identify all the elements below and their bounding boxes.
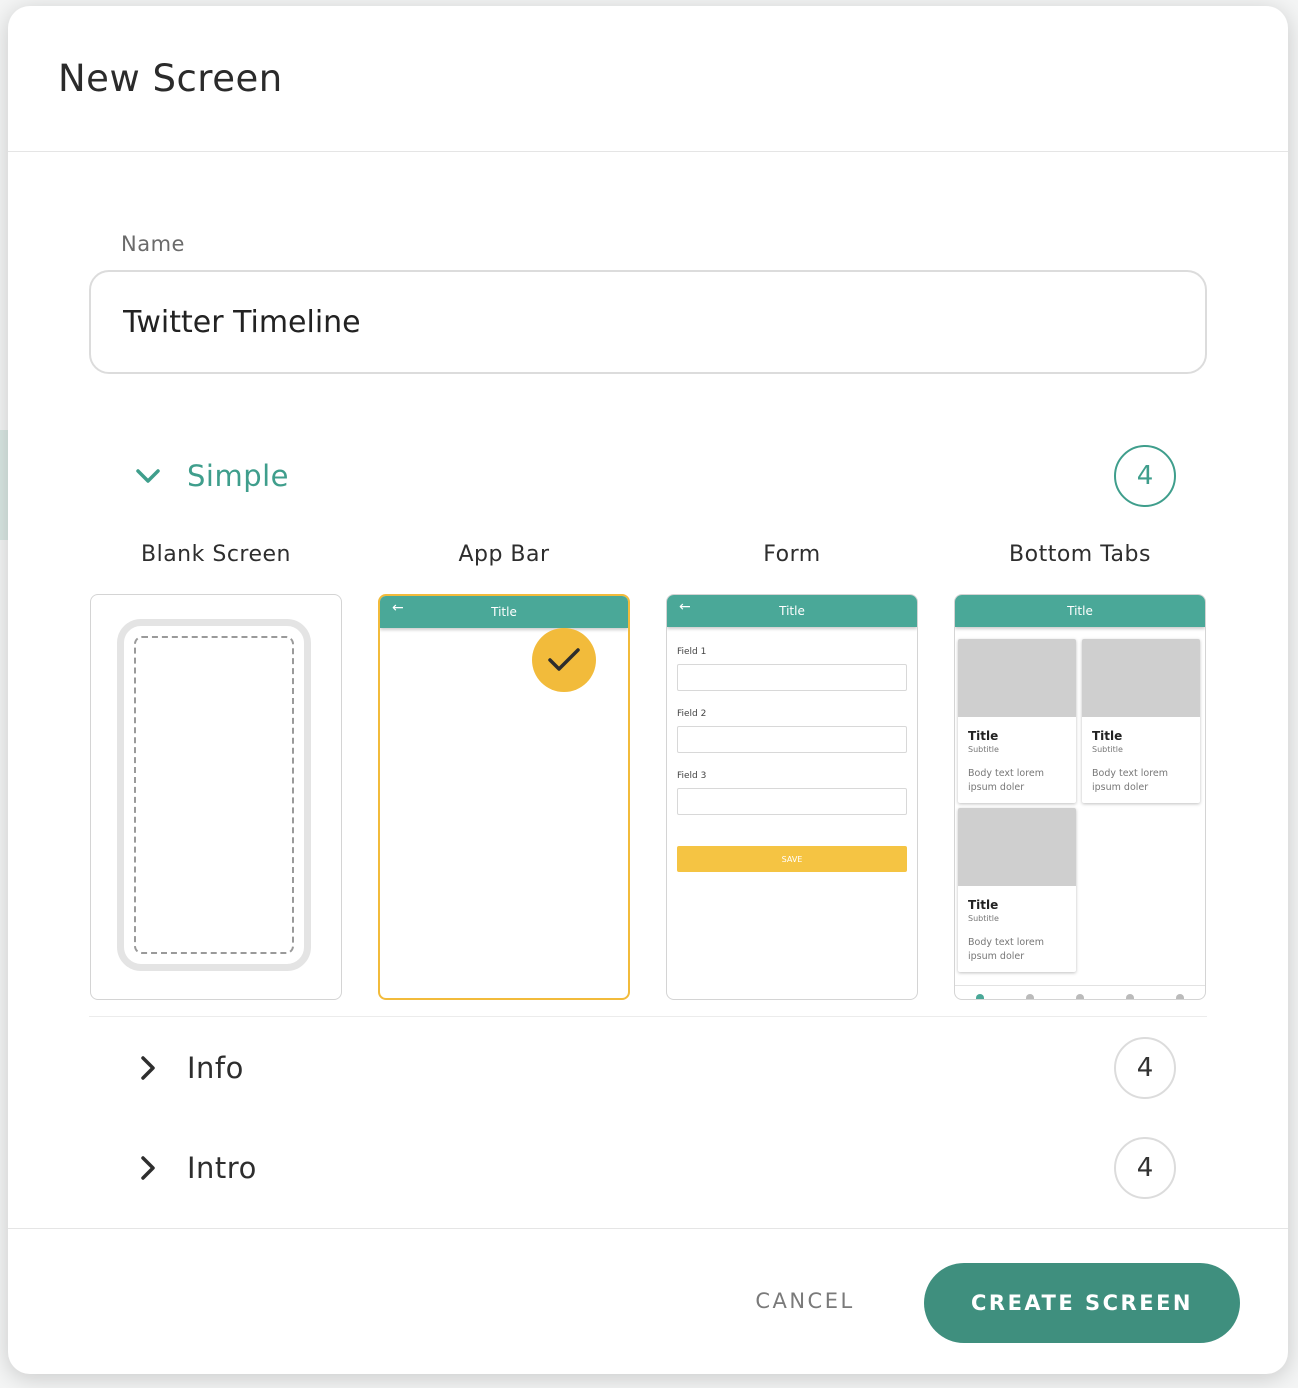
- preview-tab-bar: [955, 985, 1205, 999]
- template-card-blank-screen[interactable]: [90, 594, 342, 1000]
- chevron-right-icon: [125, 1155, 171, 1181]
- dialog-footer: CANCEL CREATE SCREEN: [8, 1228, 1288, 1374]
- preview-field-box: [677, 726, 907, 753]
- name-label: Name: [121, 232, 185, 256]
- template-card-form[interactable]: ← Title Field 1 Field 2 Field 3 SAVE: [666, 594, 918, 1000]
- create-screen-button[interactable]: CREATE SCREEN: [924, 1263, 1240, 1343]
- preview-card-image: [1082, 639, 1200, 717]
- preview-card-subtitle: Subtitle: [968, 745, 999, 754]
- template-card-bottom-tabs[interactable]: Title Title Subtitle Body text lorem ips…: [954, 594, 1206, 1000]
- preview-card-body: Body text lorem ipsum doler: [968, 937, 1045, 962]
- preview-card-image: [958, 639, 1076, 717]
- section-info-label: Info: [187, 1051, 244, 1085]
- info-icon: [1126, 994, 1134, 999]
- preview-app-bar: ← Title: [667, 595, 917, 627]
- preview-card: Title Subtitle Body text lorem ipsum dol…: [958, 639, 1076, 803]
- home-icon: [976, 994, 984, 999]
- section-intro-count: 4: [1114, 1137, 1176, 1199]
- preview-card-body: Body text lorem ipsum doler: [1092, 768, 1169, 793]
- preview-card-title: Title: [1092, 729, 1123, 743]
- section-intro-label: Intro: [187, 1151, 257, 1185]
- section-info-count: 4: [1114, 1037, 1176, 1099]
- chevron-right-icon: [125, 1055, 171, 1081]
- check-icon: [532, 628, 596, 692]
- section-intro[interactable]: Intro 4: [89, 1136, 1207, 1200]
- template-app-bar: App Bar ← Title: [378, 542, 630, 1000]
- arrow-left-icon: ←: [679, 599, 691, 615]
- section-divider: [89, 1016, 1207, 1017]
- section-info[interactable]: Info 4: [89, 1036, 1207, 1100]
- new-screen-dialog: New Screen Name Simple 4 Blank Screen Ap…: [8, 6, 1288, 1374]
- template-label: Form: [763, 542, 821, 567]
- preview-card-subtitle: Subtitle: [1092, 745, 1123, 754]
- background-strip: [0, 430, 8, 540]
- section-simple-count: 4: [1114, 445, 1176, 507]
- template-blank-screen: Blank Screen: [90, 542, 342, 1000]
- dialog-title: New Screen: [58, 57, 283, 100]
- preview-field-box: [677, 664, 907, 691]
- more-icon: [1176, 994, 1184, 999]
- section-simple[interactable]: Simple 4: [89, 444, 1207, 508]
- phone-placeholder: [134, 636, 294, 954]
- arrow-left-icon: ←: [392, 600, 404, 616]
- preview-card-body: Body text lorem ipsum doler: [968, 768, 1045, 793]
- template-label: App Bar: [458, 542, 550, 567]
- template-label: Blank Screen: [141, 542, 291, 567]
- preview-card-title: Title: [968, 898, 999, 912]
- preview-card-subtitle: Subtitle: [968, 914, 999, 923]
- preview-card: Title Subtitle Body text lorem ipsum dol…: [1082, 639, 1200, 803]
- preview-app-bar-title: Title: [491, 605, 517, 619]
- preview-save-button: SAVE: [677, 846, 907, 872]
- grid-icon: [1076, 994, 1084, 999]
- search-icon: [1026, 994, 1034, 999]
- name-input[interactable]: [89, 270, 1207, 374]
- preview-app-bar: ← Title: [380, 596, 628, 628]
- section-simple-label: Simple: [187, 459, 290, 493]
- preview-field-label: Field 3: [677, 771, 707, 781]
- preview-app-bar-title: Title: [779, 604, 805, 618]
- preview-card: Title Subtitle Body text lorem ipsum dol…: [958, 808, 1076, 972]
- phone-frame: [117, 619, 311, 971]
- cancel-button[interactable]: CANCEL: [732, 1275, 878, 1327]
- dialog-header: New Screen: [8, 6, 1288, 152]
- template-label: Bottom Tabs: [1009, 542, 1151, 567]
- template-bottom-tabs: Bottom Tabs Title Title Subtitle Body te…: [954, 542, 1206, 1000]
- preview-app-bar: Title: [955, 595, 1205, 627]
- preview-app-bar-title: Title: [1067, 604, 1093, 618]
- preview-card-title: Title: [968, 729, 999, 743]
- preview-field-label: Field 1: [677, 647, 707, 657]
- chevron-down-icon: [125, 468, 171, 484]
- preview-card-image: [958, 808, 1076, 886]
- template-form: Form ← Title Field 1 Field 2 Field 3 SAV…: [666, 542, 918, 1000]
- preview-field-box: [677, 788, 907, 815]
- preview-field-label: Field 2: [677, 709, 707, 719]
- template-card-app-bar[interactable]: ← Title: [378, 594, 630, 1000]
